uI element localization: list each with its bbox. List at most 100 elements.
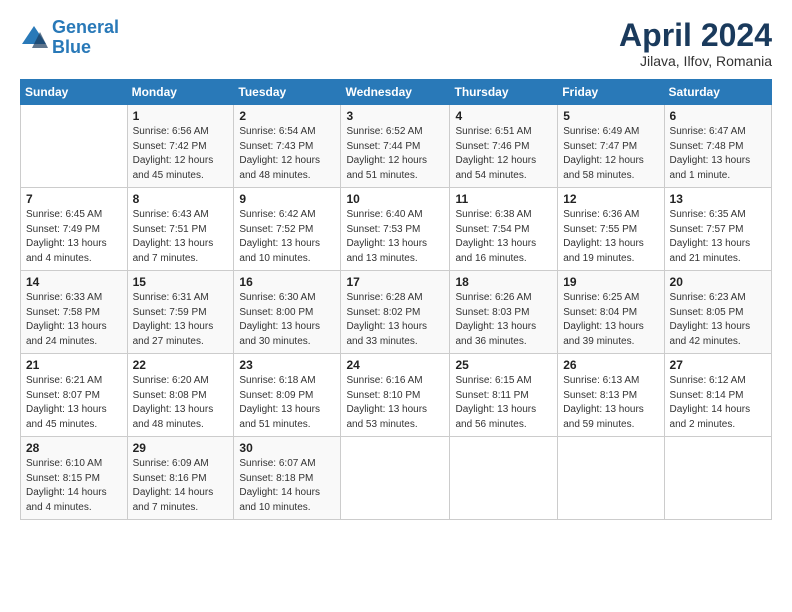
day-number: 1 (133, 109, 229, 123)
logo-line1: General (52, 17, 119, 37)
day-info: Sunrise: 6:30 AM Sunset: 8:00 PM Dayligh… (239, 291, 335, 349)
calendar-week-row: 14 Sunrise: 6:33 AM Sunset: 7:58 PM Dayli… (21, 271, 772, 354)
subtitle: Jilava, Ilfov, Romania (619, 53, 772, 69)
day-number: 17 (346, 275, 444, 289)
day-number: 23 (239, 358, 335, 372)
day-number: 18 (455, 275, 552, 289)
calendar-cell: 2Sunrise: 6:54 AM Sunset: 7:43 PM Daylig… (234, 105, 341, 188)
day-number: 7 (26, 192, 122, 206)
calendar-week-row: 7 Sunrise: 6:45 AM Sunset: 7:49 PM Daylig… (21, 188, 772, 271)
logo: General Blue (20, 18, 119, 58)
day-info: Sunrise: 6:09 AM Sunset: 8:16 PM Dayligh… (133, 457, 229, 515)
weekday-header: Wednesday (341, 80, 450, 105)
title-block: April 2024 Jilava, Ilfov, Romania (619, 18, 772, 69)
day-info: Sunrise: 6:26 AM Sunset: 8:03 PM Dayligh… (455, 291, 552, 349)
day-number: 11 (455, 192, 552, 206)
day-info: Sunrise: 6:23 AM Sunset: 8:05 PM Dayligh… (670, 291, 766, 349)
calendar-cell: 13 Sunrise: 6:35 AM Sunset: 7:57 PM Dayli… (664, 188, 771, 271)
day-info: Sunrise: 6:15 AM Sunset: 8:11 PM Dayligh… (455, 374, 552, 432)
day-number: 10 (346, 192, 444, 206)
day-number: 27 (670, 358, 766, 372)
calendar-cell: 14 Sunrise: 6:33 AM Sunset: 7:58 PM Dayli… (21, 271, 128, 354)
day-info: Sunrise: 6:40 AM Sunset: 7:53 PM Dayligh… (346, 208, 444, 266)
day-number: 19 (563, 275, 658, 289)
calendar-cell: 12 Sunrise: 6:36 AM Sunset: 7:55 PM Dayli… (558, 188, 664, 271)
calendar-cell: 7 Sunrise: 6:45 AM Sunset: 7:49 PM Daylig… (21, 188, 128, 271)
day-info: Sunrise: 6:35 AM Sunset: 7:57 PM Dayligh… (670, 208, 766, 266)
day-number: 3 (346, 109, 444, 123)
day-info: Sunrise: 6:13 AM Sunset: 8:13 PM Dayligh… (563, 374, 658, 432)
day-info: Sunrise: 6:42 AM Sunset: 7:52 PM Dayligh… (239, 208, 335, 266)
calendar-cell: 6 Sunrise: 6:47 AM Sunset: 7:48 PM Daylig… (664, 105, 771, 188)
calendar-cell: 4 Sunrise: 6:51 AM Sunset: 7:46 PM Daylig… (450, 105, 558, 188)
day-info: Sunrise: 6:36 AM Sunset: 7:55 PM Dayligh… (563, 208, 658, 266)
day-number: 4 (455, 109, 552, 123)
day-info: Sunrise: 6:47 AM Sunset: 7:48 PM Dayligh… (670, 125, 766, 183)
day-info: Sunrise: 6:12 AM Sunset: 8:14 PM Dayligh… (670, 374, 766, 432)
day-info: Sunrise: 6:10 AM Sunset: 8:15 PM Dayligh… (26, 457, 122, 515)
calendar-cell: 17 Sunrise: 6:28 AM Sunset: 8:02 PM Dayli… (341, 271, 450, 354)
day-info: Sunrise: 6:45 AM Sunset: 7:49 PM Dayligh… (26, 208, 122, 266)
day-number: 15 (133, 275, 229, 289)
weekday-header: Saturday (664, 80, 771, 105)
logo-line2: Blue (52, 37, 91, 57)
calendar-cell: 29 Sunrise: 6:09 AM Sunset: 8:16 PM Dayli… (127, 437, 234, 520)
weekday-header: Tuesday (234, 80, 341, 105)
day-number: 12 (563, 192, 658, 206)
weekday-header: Monday (127, 80, 234, 105)
calendar-cell: 18 Sunrise: 6:26 AM Sunset: 8:03 PM Dayli… (450, 271, 558, 354)
logo-icon (20, 24, 48, 52)
calendar-week-row: 28 Sunrise: 6:10 AM Sunset: 8:15 PM Dayli… (21, 437, 772, 520)
main-title: April 2024 (619, 18, 772, 53)
day-info: Sunrise: 6:31 AM Sunset: 7:59 PM Dayligh… (133, 291, 229, 349)
day-number: 24 (346, 358, 444, 372)
day-info: Sunrise: 6:07 AM Sunset: 8:18 PM Dayligh… (239, 457, 335, 515)
day-number: 13 (670, 192, 766, 206)
day-number: 21 (26, 358, 122, 372)
header: General Blue April 2024 Jilava, Ilfov, R… (20, 18, 772, 69)
page-container: General Blue April 2024 Jilava, Ilfov, R… (0, 0, 792, 530)
calendar-cell: 28 Sunrise: 6:10 AM Sunset: 8:15 PM Dayli… (21, 437, 128, 520)
day-number: 8 (133, 192, 229, 206)
day-info: Sunrise: 6:38 AM Sunset: 7:54 PM Dayligh… (455, 208, 552, 266)
calendar-cell: 22Sunrise: 6:20 AM Sunset: 8:08 PM Dayli… (127, 354, 234, 437)
day-info: Sunrise: 6:33 AM Sunset: 7:58 PM Dayligh… (26, 291, 122, 349)
calendar-cell (341, 437, 450, 520)
calendar-cell: 24 Sunrise: 6:16 AM Sunset: 8:10 PM Dayli… (341, 354, 450, 437)
calendar-cell: 25Sunrise: 6:15 AM Sunset: 8:11 PM Dayli… (450, 354, 558, 437)
calendar-header-row: SundayMondayTuesdayWednesdayThursdayFrid… (21, 80, 772, 105)
calendar-cell (450, 437, 558, 520)
day-info: Sunrise: 6:51 AM Sunset: 7:46 PM Dayligh… (455, 125, 552, 183)
day-info: Sunrise: 6:21 AM Sunset: 8:07 PM Dayligh… (26, 374, 122, 432)
calendar-cell: 16 Sunrise: 6:30 AM Sunset: 8:00 PM Dayli… (234, 271, 341, 354)
day-info: Sunrise: 6:49 AM Sunset: 7:47 PM Dayligh… (563, 125, 658, 183)
day-number: 29 (133, 441, 229, 455)
weekday-header: Thursday (450, 80, 558, 105)
day-info: Sunrise: 6:16 AM Sunset: 8:10 PM Dayligh… (346, 374, 444, 432)
day-number: 6 (670, 109, 766, 123)
day-number: 16 (239, 275, 335, 289)
calendar-cell: 9Sunrise: 6:42 AM Sunset: 7:52 PM Daylig… (234, 188, 341, 271)
day-number: 2 (239, 109, 335, 123)
calendar-cell: 1Sunrise: 6:56 AM Sunset: 7:42 PM Daylig… (127, 105, 234, 188)
calendar-week-row: 21 Sunrise: 6:21 AM Sunset: 8:07 PM Dayli… (21, 354, 772, 437)
calendar-cell (664, 437, 771, 520)
calendar-cell: 23 Sunrise: 6:18 AM Sunset: 8:09 PM Dayli… (234, 354, 341, 437)
day-number: 28 (26, 441, 122, 455)
calendar-cell (21, 105, 128, 188)
day-info: Sunrise: 6:52 AM Sunset: 7:44 PM Dayligh… (346, 125, 444, 183)
weekday-header: Sunday (21, 80, 128, 105)
calendar-cell: 30Sunrise: 6:07 AM Sunset: 8:18 PM Dayli… (234, 437, 341, 520)
day-info: Sunrise: 6:18 AM Sunset: 8:09 PM Dayligh… (239, 374, 335, 432)
day-info: Sunrise: 6:43 AM Sunset: 7:51 PM Dayligh… (133, 208, 229, 266)
calendar-cell: 3 Sunrise: 6:52 AM Sunset: 7:44 PM Daylig… (341, 105, 450, 188)
weekday-header: Friday (558, 80, 664, 105)
day-number: 14 (26, 275, 122, 289)
day-info: Sunrise: 6:28 AM Sunset: 8:02 PM Dayligh… (346, 291, 444, 349)
calendar-cell: 21 Sunrise: 6:21 AM Sunset: 8:07 PM Dayli… (21, 354, 128, 437)
calendar-cell: 11 Sunrise: 6:38 AM Sunset: 7:54 PM Dayli… (450, 188, 558, 271)
calendar-cell: 15 Sunrise: 6:31 AM Sunset: 7:59 PM Dayli… (127, 271, 234, 354)
day-number: 20 (670, 275, 766, 289)
calendar-week-row: 1Sunrise: 6:56 AM Sunset: 7:42 PM Daylig… (21, 105, 772, 188)
logo-text: General Blue (52, 18, 119, 58)
